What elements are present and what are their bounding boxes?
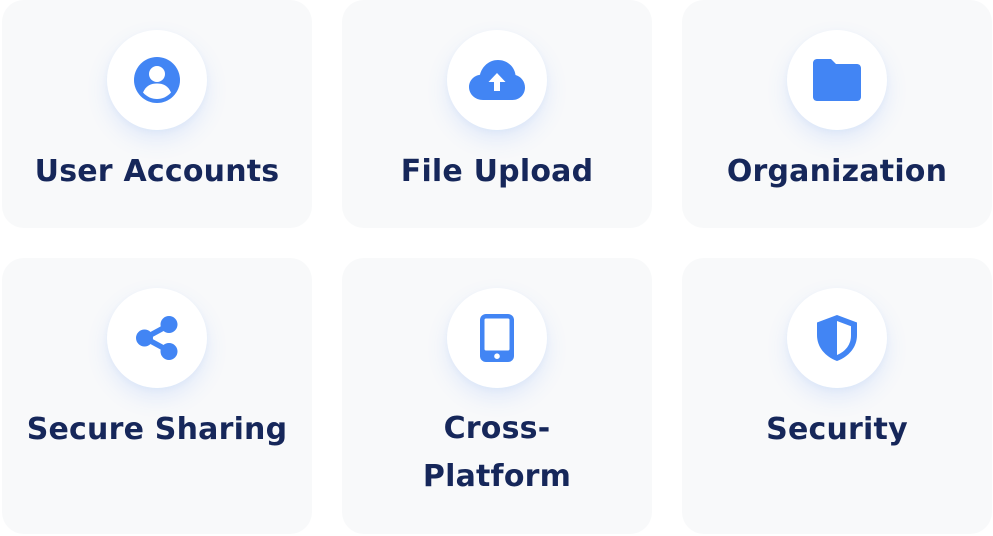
feature-card-secure-sharing: Secure Sharing xyxy=(2,258,312,534)
smartphone-icon xyxy=(480,314,514,362)
icon-badge xyxy=(107,30,207,130)
shield-icon xyxy=(817,315,857,361)
features-grid: User Accounts File Upload Organization S… xyxy=(0,0,993,536)
share-icon xyxy=(136,316,178,360)
feature-card-security: Security xyxy=(682,258,992,534)
folder-icon xyxy=(813,59,861,101)
feature-card-user-accounts: User Accounts xyxy=(2,0,312,228)
feature-label: Secure Sharing xyxy=(26,412,288,447)
feature-label: File Upload xyxy=(400,154,594,189)
icon-badge xyxy=(447,30,547,130)
feature-label: Cross-Platform xyxy=(422,411,572,494)
feature-label: Organization xyxy=(726,154,948,189)
icon-badge xyxy=(787,288,887,388)
cloud-upload-icon xyxy=(469,60,525,100)
feature-card-organization: Organization xyxy=(682,0,992,228)
icon-badge xyxy=(107,288,207,388)
feature-label: Security xyxy=(766,412,908,447)
feature-label: User Accounts xyxy=(34,154,280,189)
icon-badge xyxy=(447,288,547,388)
user-circle-icon xyxy=(134,57,180,103)
icon-badge xyxy=(787,30,887,130)
feature-card-file-upload: File Upload xyxy=(342,0,652,228)
feature-card-cross-platform: Cross-Platform xyxy=(342,258,652,534)
